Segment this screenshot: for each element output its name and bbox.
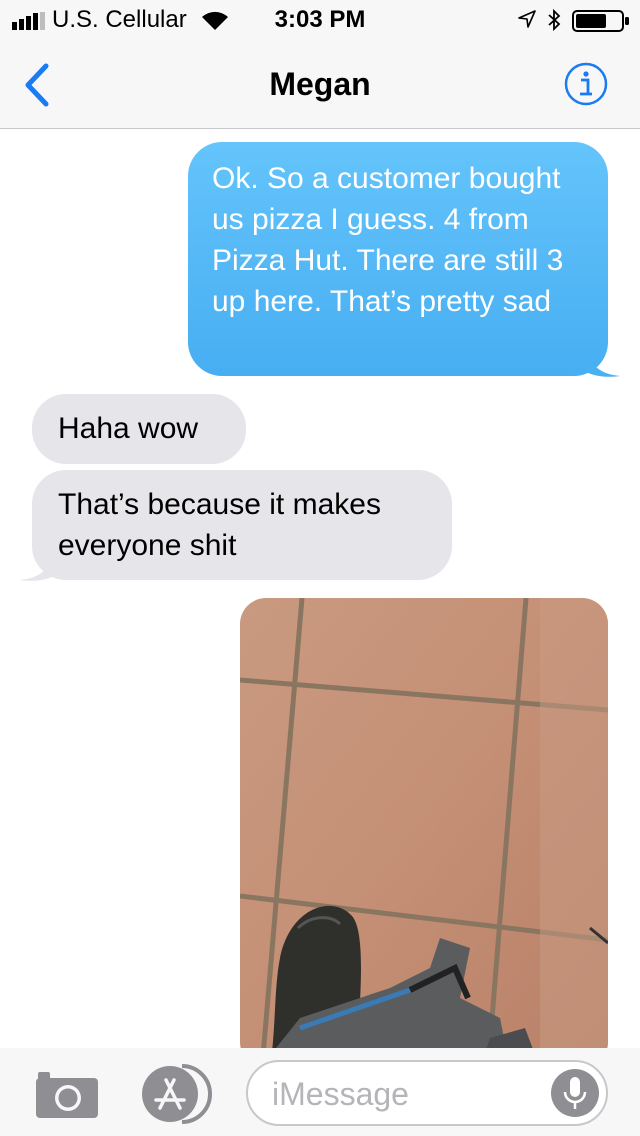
app-store-icon[interactable] <box>138 1064 214 1124</box>
battery-icon <box>572 10 629 32</box>
status-bar: U.S. Cellular 3:03 PM <box>0 0 640 40</box>
message-text: Haha wow <box>58 412 199 445</box>
contact-name: Megan <box>269 66 371 102</box>
sent-message-bubble[interactable]: Ok. So a customer bought us pizza I gues… <box>188 142 608 376</box>
clock: 3:03 PM <box>274 6 366 33</box>
info-icon[interactable] <box>564 62 608 106</box>
bluetooth-icon <box>548 8 561 32</box>
message-input[interactable]: iMessage <box>246 1060 608 1126</box>
camera-icon[interactable] <box>34 1068 100 1120</box>
conversation-header: Megan <box>0 40 640 129</box>
compose-bar: iMessage <box>0 1048 640 1136</box>
message-text: That’s because it makes everyone shit <box>58 488 381 562</box>
message-text: Ok. So a customer bought us pizza I gues… <box>212 162 564 318</box>
location-arrow-icon <box>518 10 536 28</box>
sent-bubble-tail <box>586 346 620 377</box>
message-input-placeholder: iMessage <box>272 1076 409 1112</box>
chevron-left-icon[interactable] <box>22 62 52 108</box>
received-message-bubble[interactable]: Haha wow <box>32 394 246 464</box>
floor-tile-photo <box>240 598 608 1068</box>
received-message-bubble[interactable]: That’s because it makes everyone shit <box>32 470 452 580</box>
photo-attachment[interactable] <box>240 598 608 1068</box>
microphone-icon[interactable] <box>550 1068 600 1118</box>
received-bubble-tail <box>20 550 54 581</box>
